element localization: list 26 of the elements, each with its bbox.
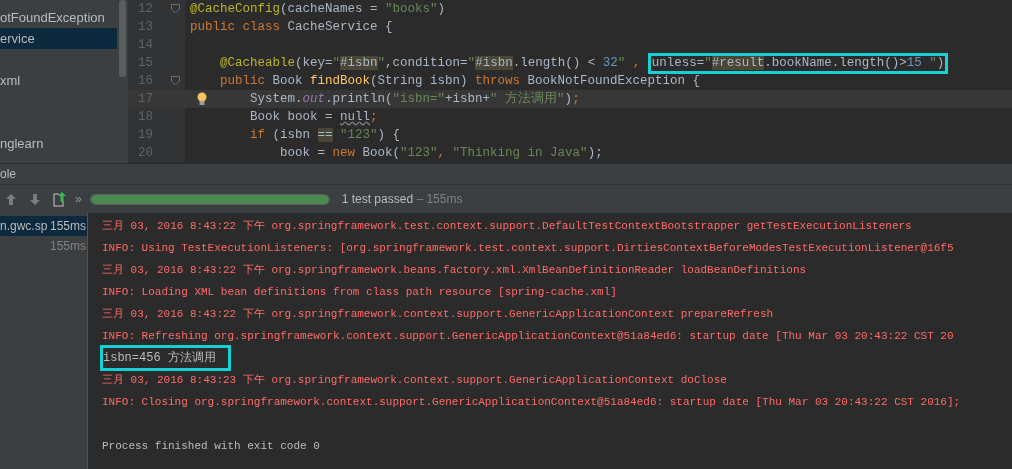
tree-item[interactable]: otFoundException <box>0 7 117 28</box>
fold-icon[interactable] <box>171 76 180 86</box>
console-line: 三月 03, 2016 8:43:22 下午 org.springframework.context.support.GenericApplicationContext prepareRefresh <box>102 308 774 320</box>
console-line: 三月 03, 2016 8:43:22 下午 org.springframework.test.context.support.DefaultTestContextBootstrapper getTestExecutionListeners <box>102 220 912 232</box>
tree-item[interactable]: xml <box>0 70 117 91</box>
scrollbar-thumb[interactable] <box>119 0 126 77</box>
console-line: 三月 03, 2016 8:43:23 下午 org.springframework.context.support.GenericApplicationContext doClose <box>102 374 727 386</box>
tree-item[interactable]: nglearn <box>0 133 117 154</box>
tool-window-title[interactable]: ole <box>0 165 16 183</box>
tree-item[interactable]: ervice <box>0 28 117 49</box>
console-line: INFO: Loading XML bean definitions from class path resource [spring-cache.xml] <box>102 286 617 298</box>
console-line: INFO: Refreshing org.springframework.context.support.GenericApplicationContext@51a84ed6: startup date [Thu Mar 03 20:43:22 CST 20 <box>102 330 954 342</box>
lightbulb-icon[interactable] <box>197 92 207 106</box>
up-arrow-icon[interactable] <box>5 192 17 206</box>
export-icon[interactable] <box>53 191 67 207</box>
test-status: 1 test passed <box>341 192 414 206</box>
console-line: INFO: Using TestExecutionListeners: [org.springframework.test.context.support.DirtiesContextBeforeModesTestExecutionListener@16f5 <box>102 242 954 254</box>
console-line: 三月 03, 2016 8:43:22 下午 org.springframework.beans.factory.xml.XmlBeanDefinitionReader loadBeanDefinitions <box>102 264 807 276</box>
down-arrow-icon[interactable] <box>29 192 41 206</box>
console-line: Process finished with exit code 0 <box>102 440 320 452</box>
more-button[interactable]: » <box>75 190 82 208</box>
test-item[interactable]: n.gwc.sp 155ms <box>0 216 87 236</box>
fold-icon[interactable] <box>171 4 180 14</box>
console-line: INFO: Closing org.springframework.context.support.GenericApplicationContext@51a84ed6: startup date [Thu Mar 03 20:43:22 CST 2016]; <box>102 396 961 408</box>
test-duration: – 155ms <box>415 192 463 206</box>
highlight-outline: unless="#result.bookName.length()>15 ") <box>647 53 949 74</box>
